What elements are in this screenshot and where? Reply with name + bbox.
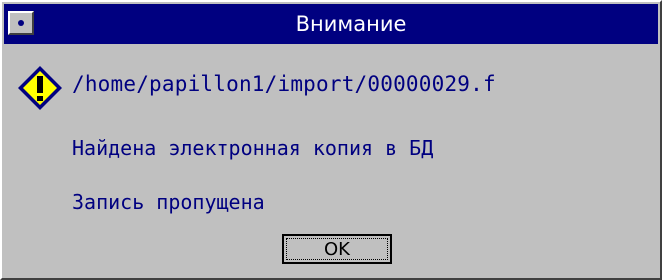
warning-dialog: Внимание /home/papillon1/import/00000029… xyxy=(0,0,662,280)
message-found-copy: Найдена электронная копия в БД xyxy=(72,136,434,160)
ok-button-label: OK xyxy=(286,238,388,260)
window-title: Внимание xyxy=(295,12,407,36)
warning-icon xyxy=(18,66,62,110)
title-bar[interactable]: Внимание xyxy=(4,4,658,44)
message-record-skipped: Запись пропущена xyxy=(72,190,265,214)
file-path-text: /home/papillon1/import/00000029.f xyxy=(72,72,496,96)
ok-button[interactable]: OK xyxy=(282,234,392,264)
